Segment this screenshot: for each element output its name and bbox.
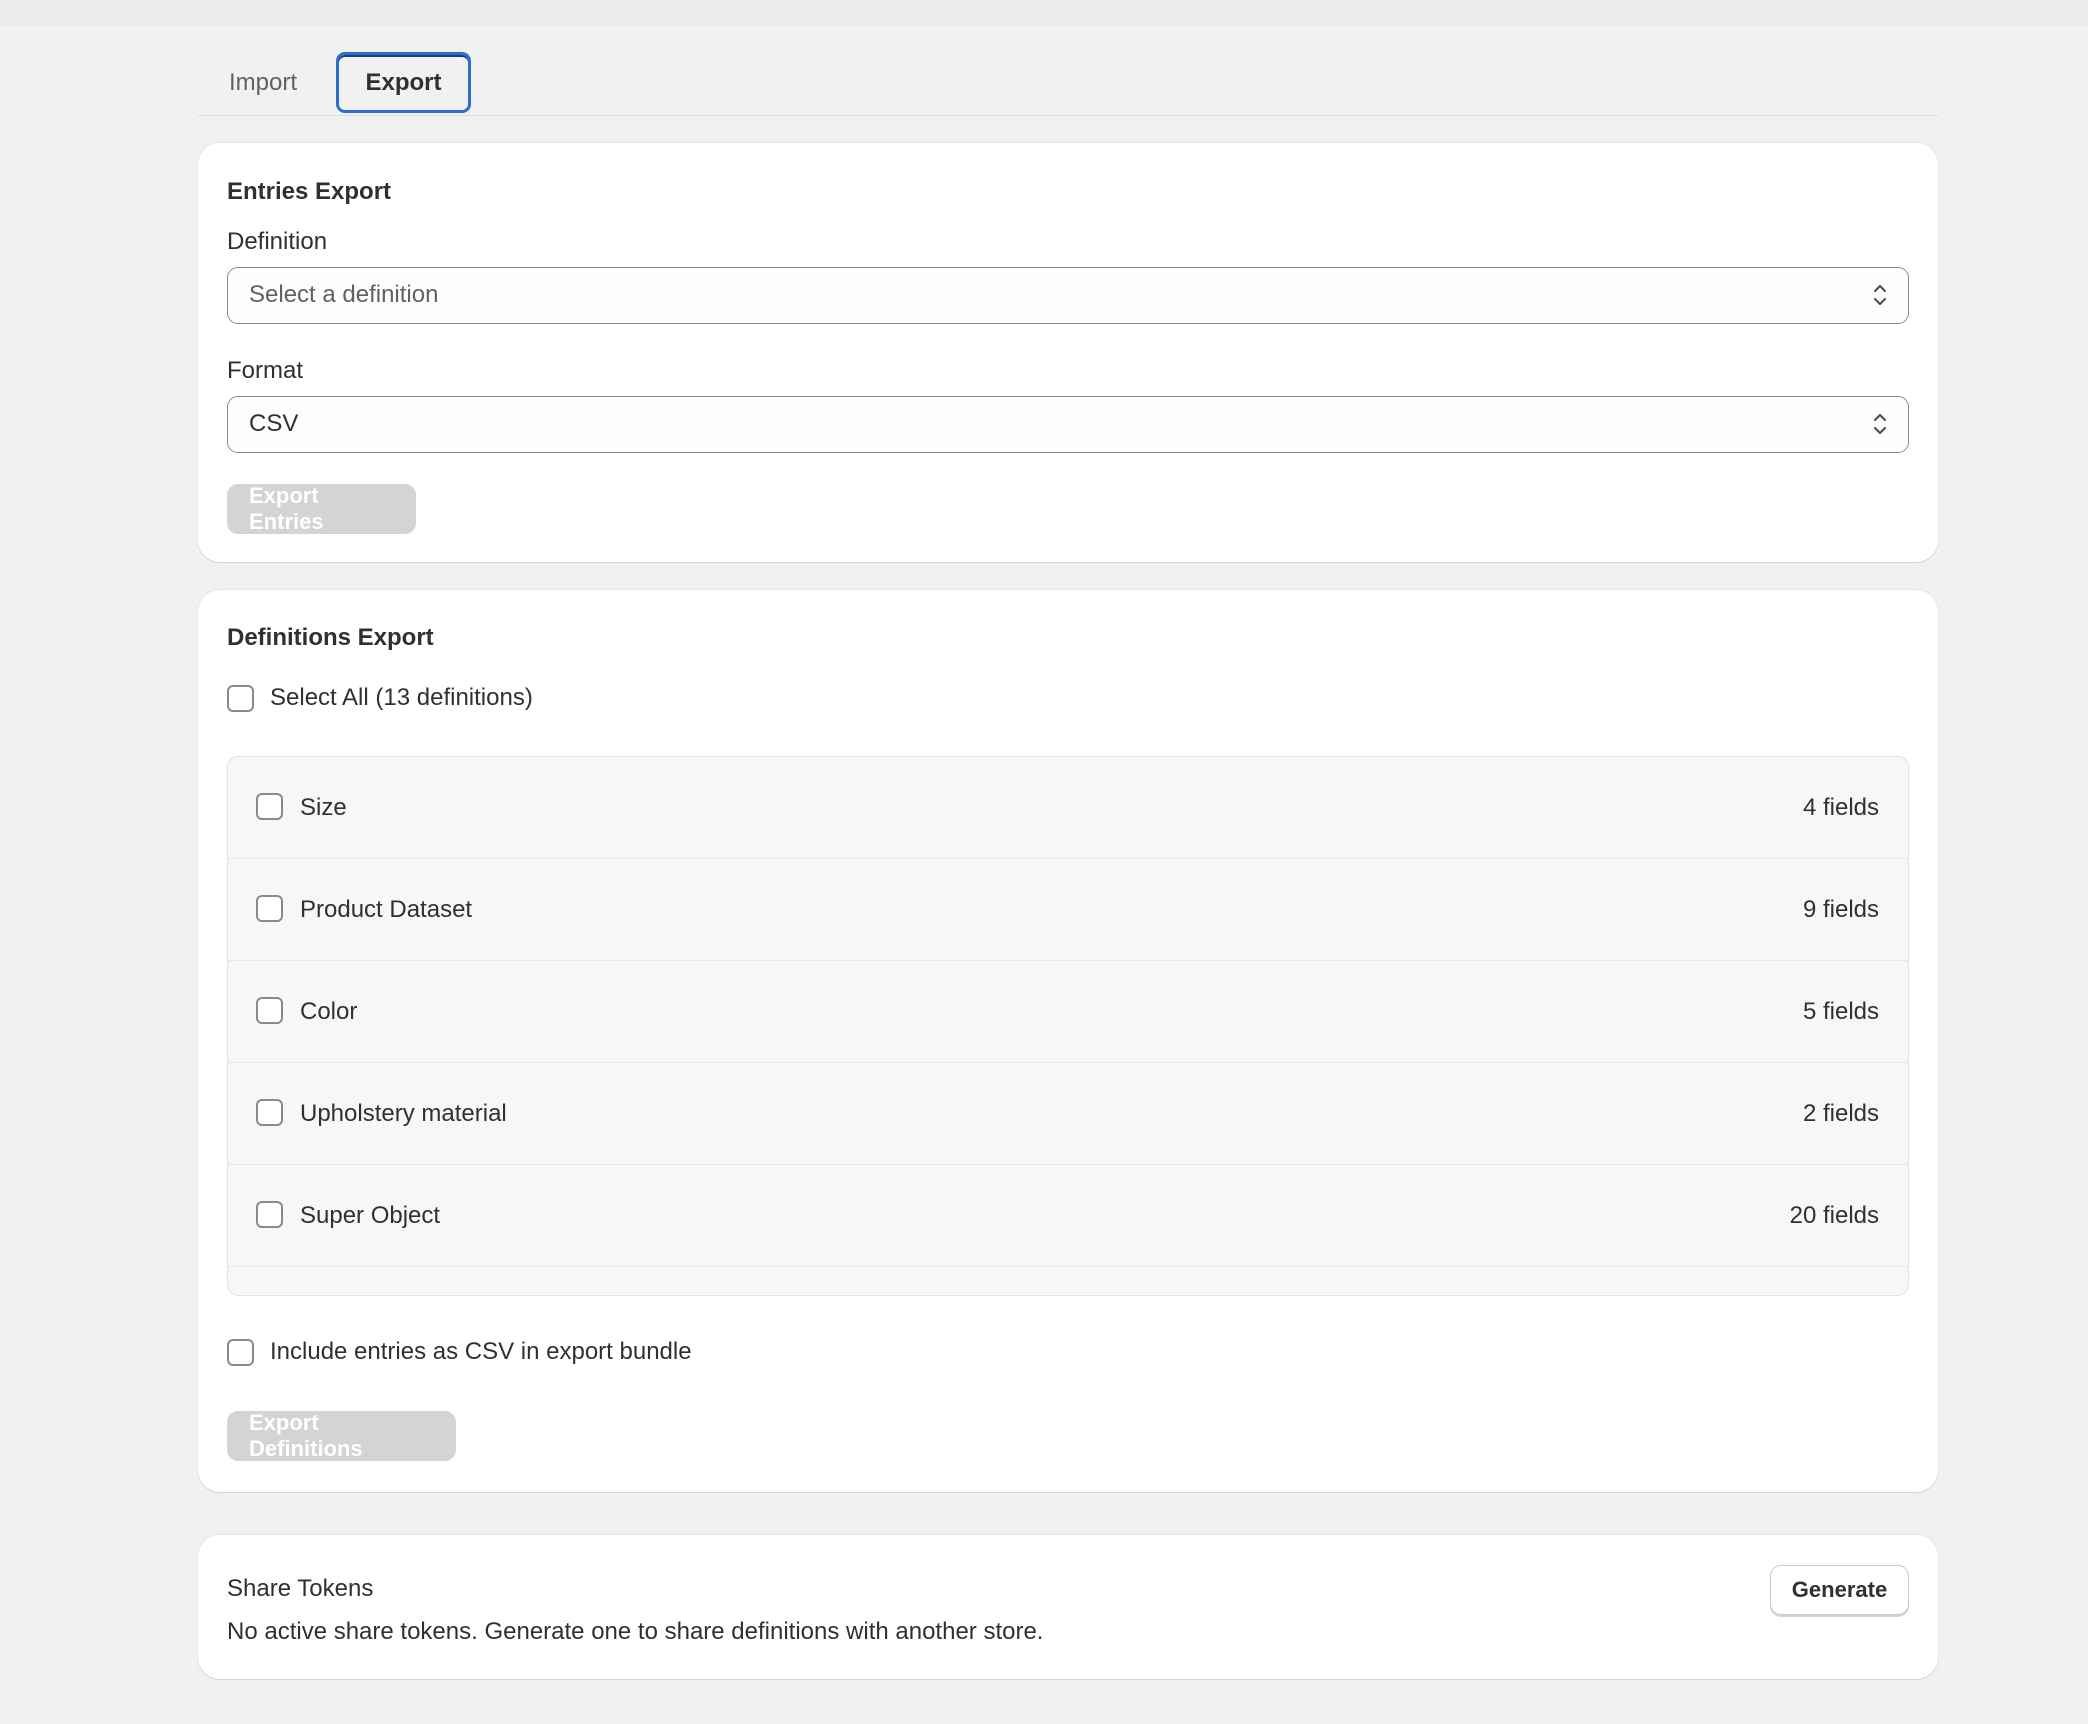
list-item[interactable]: Color 5 fields (228, 961, 1908, 1063)
format-select[interactable]: CSV (227, 396, 1909, 453)
generate-button[interactable]: Generate (1770, 1565, 1909, 1615)
definition-checkbox[interactable] (256, 895, 283, 922)
export-entries-button[interactable]: Export Entries (227, 483, 416, 534)
list-item[interactable]: Upholstery material 2 fields (228, 1063, 1908, 1165)
definition-checkbox[interactable] (256, 997, 283, 1024)
list-item[interactable]: Product Dataset 9 fields (228, 859, 1908, 961)
include-csv-label: Include entries as CSV in export bundle (270, 1338, 692, 1365)
definition-checkbox[interactable] (256, 793, 283, 820)
definition-select[interactable]: Select a definition (227, 267, 1909, 324)
list-item[interactable]: Super Object 20 fields (228, 1165, 1908, 1267)
definition-select-placeholder: Select a definition (249, 281, 439, 308)
definitions-export-card: Definitions Export Select All (13 defini… (198, 590, 1938, 1492)
chevron-up-down-icon (1874, 414, 1886, 434)
share-tokens-card: Share Tokens No active share tokens. Gen… (198, 1535, 1938, 1679)
definition-checkbox[interactable] (256, 1099, 283, 1126)
include-csv-checkbox[interactable] (227, 1339, 254, 1366)
tab-export[interactable]: Export (336, 52, 471, 113)
format-label: Format (227, 357, 304, 384)
definition-name: Super Object (300, 1202, 441, 1229)
share-tokens-description: No active share tokens. Generate one to … (227, 1618, 1044, 1645)
definition-field-count: 20 fields (1789, 1202, 1879, 1229)
top-strip (0, 0, 2088, 26)
entries-export-title: Entries Export (227, 178, 392, 205)
definition-label: Definition (227, 228, 328, 255)
definition-name: Size (300, 794, 347, 821)
chevron-up-down-icon (1874, 285, 1886, 305)
definition-name: Color (300, 998, 358, 1025)
format-select-value: CSV (249, 410, 299, 437)
definitions-list[interactable]: Size 4 fields Product Dataset 9 fields C… (227, 756, 1909, 1296)
share-tokens-title: Share Tokens (227, 1575, 374, 1602)
definition-field-count: 5 fields (1802, 998, 1879, 1025)
list-item[interactable]: Size 4 fields (228, 757, 1908, 859)
select-all-label: Select All (13 definitions) (270, 684, 533, 711)
tab-bar: Import Export (198, 52, 1938, 116)
definition-name: Product Dataset (300, 896, 473, 923)
definitions-export-title: Definitions Export (227, 624, 434, 651)
select-all-checkbox[interactable] (227, 685, 254, 712)
definition-checkbox[interactable] (256, 1201, 283, 1228)
definition-field-count: 2 fields (1802, 1100, 1879, 1127)
tab-import[interactable]: Import (214, 52, 312, 113)
entries-export-card: Entries Export Definition Select a defin… (198, 143, 1938, 562)
definition-name: Upholstery material (300, 1100, 507, 1127)
definition-field-count: 4 fields (1802, 794, 1879, 821)
export-definitions-button[interactable]: Export Definitions (227, 1410, 456, 1461)
definition-field-count: 9 fields (1802, 896, 1879, 923)
